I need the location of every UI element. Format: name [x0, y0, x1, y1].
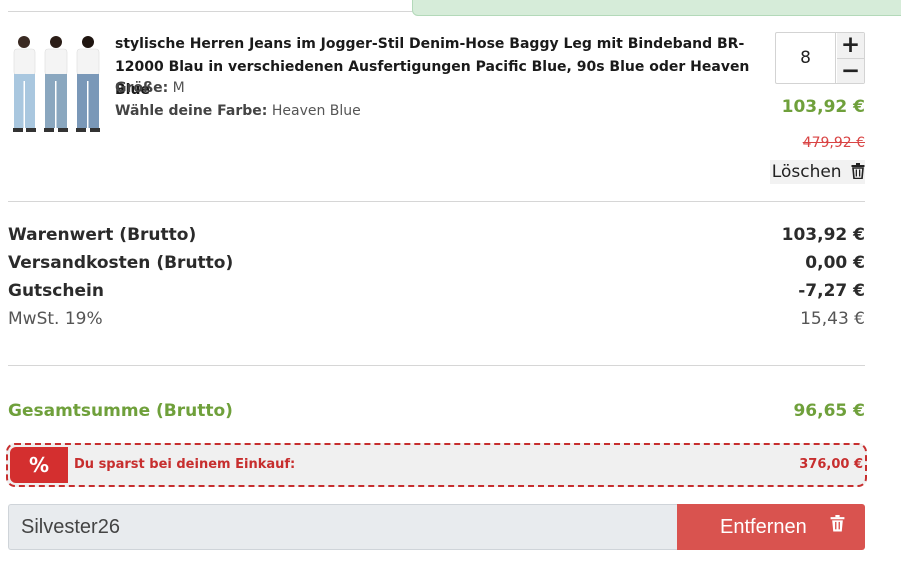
model-2 [44, 36, 68, 132]
grand-total-value: 96,65 € [793, 401, 865, 421]
model-3 [76, 36, 100, 132]
color-label: Wähle deine Farbe: [115, 103, 268, 119]
remove-coupon-label: Entfernen [720, 516, 807, 538]
coupon-code-input[interactable] [8, 504, 678, 550]
trash-icon [851, 163, 865, 180]
model-1 [13, 36, 36, 132]
divider [8, 201, 865, 202]
size-label: Größe: [115, 80, 169, 96]
voucher-label: Gutschein [8, 281, 104, 301]
item-old-price: 479,92 € [802, 135, 865, 151]
divider [8, 365, 865, 366]
subtotal-value: 103,92 € [781, 225, 865, 245]
color-value: Heaven Blue [271, 103, 361, 119]
vat-label: MwSt. 19% [8, 309, 103, 329]
notice-banner [412, 0, 901, 16]
shipping-label: Versandkosten (Brutto) [8, 253, 234, 273]
quantity-input[interactable]: 8 [776, 33, 836, 83]
voucher-value: -7,27 € [798, 281, 865, 301]
grand-total-label: Gesamtsumme (Brutto) [8, 401, 233, 421]
shipping-value: 0,00 € [805, 253, 865, 273]
quantity-plus-button[interactable]: + [837, 33, 864, 58]
savings-banner: % Du sparst bei deinem Einkauf: 376,00 € [6, 443, 867, 487]
savings-label: Du sparst bei deinem Einkauf: [74, 457, 296, 472]
product-color: Wähle deine Farbe: Heaven Blue [115, 101, 361, 121]
product-size: Größe: M [115, 78, 185, 98]
cart-page: stylische Herren Jeans im Jogger-Stil De… [0, 0, 901, 571]
quantity-minus-button[interactable]: − [837, 58, 864, 84]
quantity-stepper: 8 + − [775, 32, 865, 84]
percent-icon: % [10, 447, 68, 483]
subtotal-label: Warenwert (Brutto) [8, 225, 197, 245]
top-divider [8, 11, 413, 12]
delete-item-button[interactable]: Löschen [769, 160, 865, 184]
delete-label: Löschen [771, 162, 842, 182]
trash-icon [830, 515, 845, 532]
item-price: 103,92 € [781, 97, 865, 117]
size-value: M [172, 80, 185, 96]
product-image[interactable] [8, 33, 103, 135]
vat-value: 15,43 € [800, 309, 865, 329]
remove-coupon-button[interactable]: Entfernen [677, 504, 865, 550]
savings-value: 376,00 € [799, 457, 863, 472]
product-title[interactable]: stylische Herren Jeans im Jogger-Stil De… [115, 33, 765, 102]
